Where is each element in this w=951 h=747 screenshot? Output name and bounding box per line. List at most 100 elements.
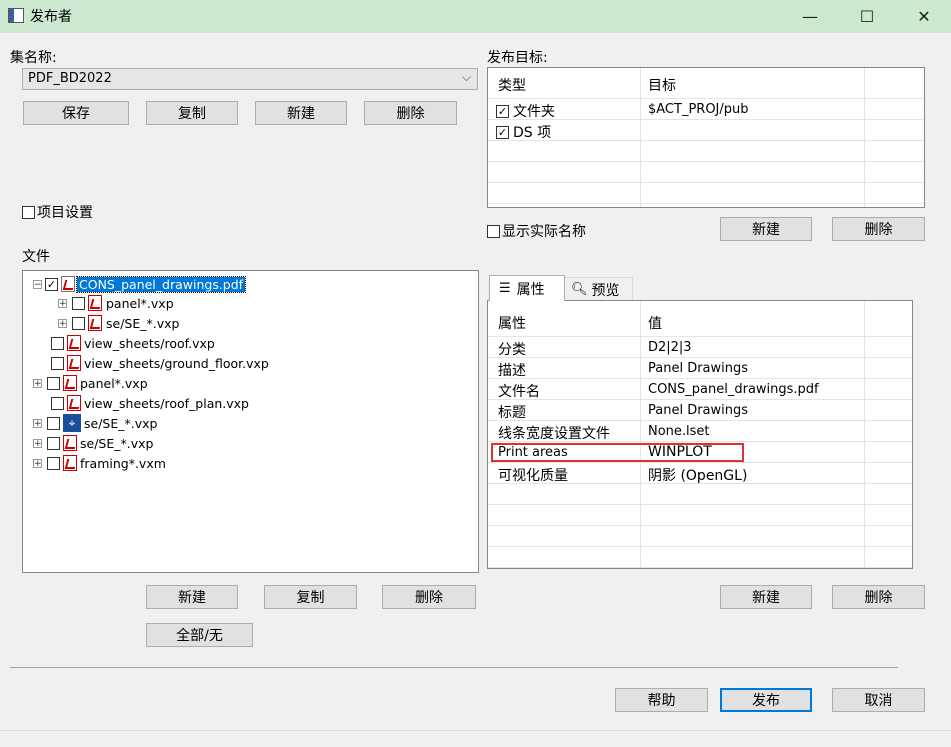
target-type-cell[interactable]: ✓ DS 项 <box>496 122 551 142</box>
tree-checkbox[interactable] <box>51 396 64 410</box>
property-row[interactable]: 线条宽度设置文件 None.lset <box>488 421 912 442</box>
tree-item[interactable]: − ✓ CONS_panel_drawings.pdf <box>33 274 247 294</box>
show-actual-names-checkbox[interactable]: 显示实际名称 <box>487 221 586 241</box>
tree-item[interactable]: view_sheets/roof_plan.vxp <box>51 393 249 413</box>
property-row-empty <box>488 505 912 526</box>
chevron-down-icon: ⌵ <box>461 70 471 84</box>
tree-item[interactable]: + framing*.vxm <box>33 453 166 473</box>
pdf-icon <box>67 355 81 371</box>
tree-item[interactable]: + panel*.vxp <box>58 293 174 313</box>
column-divider <box>864 68 865 207</box>
select-all-none-button[interactable]: 全部/无 <box>146 623 253 647</box>
set-name-value: PDF_BD2022 <box>28 71 112 86</box>
tree-item-label: panel*.vxp <box>80 375 148 391</box>
set-name-dropdown[interactable]: PDF_BD2022 ⌵ <box>22 68 478 90</box>
tree-checkbox[interactable] <box>72 296 85 310</box>
target-row[interactable]: ✓ DS 项 <box>488 120 924 141</box>
target-row[interactable]: ✓ 文件夹 $ACT_PROJ/pub <box>488 99 924 120</box>
highlight-box <box>491 443 744 462</box>
column-type: 类型 <box>498 78 526 94</box>
targets-header: 类型 目标 <box>488 68 924 99</box>
copy-set-button[interactable]: 复制 <box>146 101 238 125</box>
window-title: 发布者 <box>30 9 72 25</box>
tree-checkbox[interactable] <box>51 336 64 350</box>
tree-item-label: panel*.vxp <box>106 295 174 311</box>
tree-checkbox[interactable] <box>47 456 60 470</box>
maximize-button[interactable]: ☐ <box>842 0 892 33</box>
tree-item[interactable]: + se/SE_*.vxp <box>58 313 179 333</box>
expand-icon[interactable]: + <box>33 438 42 448</box>
separator <box>10 667 898 668</box>
delete-file-button[interactable]: 删除 <box>382 585 476 609</box>
column-target: 目标 <box>648 78 676 94</box>
property-row-empty <box>488 526 912 547</box>
new-set-button[interactable]: 新建 <box>255 101 347 125</box>
target-checkbox[interactable]: ✓ <box>496 104 509 118</box>
new-file-button[interactable]: 新建 <box>146 585 238 609</box>
target-row-empty <box>488 141 924 162</box>
pdf-icon <box>63 435 77 451</box>
cancel-button[interactable]: 取消 <box>832 688 925 712</box>
tree-checkbox[interactable] <box>47 416 60 430</box>
target-checkbox[interactable]: ✓ <box>496 125 509 139</box>
target-type-cell[interactable]: ✓ 文件夹 <box>496 101 555 121</box>
expand-icon[interactable]: + <box>33 418 42 428</box>
delete-set-button[interactable]: 删除 <box>364 101 457 125</box>
copy-file-button[interactable]: 复制 <box>264 585 357 609</box>
targets-label: 发布目标: <box>487 50 548 66</box>
tab-preview[interactable]: 🔍︎ 预览 <box>564 277 633 301</box>
property-row[interactable]: 分类 D2|2|3 <box>488 337 912 358</box>
pdf-icon <box>67 395 81 411</box>
pdf-icon <box>67 335 81 351</box>
expand-icon[interactable]: + <box>33 378 42 388</box>
property-value: CONS_panel_drawings.pdf <box>648 382 819 397</box>
new-target-button[interactable]: 新建 <box>720 217 812 241</box>
pdf-icon <box>63 375 77 391</box>
tree-checkbox[interactable] <box>72 316 85 330</box>
tree-checkbox[interactable]: ✓ <box>45 277 58 291</box>
property-name: 分类 <box>498 342 526 358</box>
tree-item-label: view_sheets/ground_floor.vxp <box>84 355 269 371</box>
collapse-icon[interactable]: − <box>33 279 42 289</box>
targets-grid[interactable]: 类型 目标 ✓ 文件夹 $ACT_PROJ/pub ✓ DS 项 <box>487 67 925 208</box>
column-property: 属性 <box>498 316 526 332</box>
properties-grid[interactable]: 属性 值 分类 D2|2|3 描述 Panel Drawings 文件名 CON… <box>487 300 913 569</box>
project-settings-label: 项目设置 <box>37 205 93 221</box>
expand-icon[interactable]: + <box>58 298 67 308</box>
save-set-button[interactable]: 保存 <box>23 101 129 125</box>
property-row[interactable]: 标题 Panel Drawings <box>488 400 912 421</box>
column-value: 值 <box>648 316 662 332</box>
expand-icon[interactable]: + <box>58 318 67 328</box>
tree-checkbox[interactable] <box>47 376 60 390</box>
delete-property-button[interactable]: 删除 <box>832 585 925 609</box>
property-row-empty <box>488 547 912 568</box>
property-row[interactable]: 可视化质量 阴影 (OpenGL) <box>488 463 912 484</box>
close-button[interactable]: ✕ <box>899 0 949 33</box>
tree-checkbox[interactable] <box>47 436 60 450</box>
tree-item[interactable]: + panel*.vxp <box>33 373 148 393</box>
tree-item[interactable]: view_sheets/ground_floor.vxp <box>51 353 269 373</box>
property-row[interactable]: 描述 Panel Drawings <box>488 358 912 379</box>
tab-properties[interactable]: ☰ 属性 <box>489 275 565 301</box>
publish-button[interactable]: 发布 <box>720 688 812 712</box>
tree-item-label: view_sheets/roof_plan.vxp <box>84 395 249 411</box>
app-icon <box>8 8 24 23</box>
files-tree[interactable]: − ✓ CONS_panel_drawings.pdf + panel*.vxp… <box>22 270 479 573</box>
new-property-button[interactable]: 新建 <box>720 585 812 609</box>
tree-item[interactable]: view_sheets/roof.vxp <box>51 333 215 353</box>
help-button[interactable]: 帮助 <box>615 688 708 712</box>
property-row[interactable]: 文件名 CONS_panel_drawings.pdf <box>488 379 912 400</box>
show-actual-names-label: 显示实际名称 <box>502 224 586 240</box>
project-settings-checkbox[interactable]: 项目设置 <box>22 202 93 222</box>
delete-target-button[interactable]: 删除 <box>832 217 925 241</box>
checkbox-box[interactable] <box>22 205 35 219</box>
tree-item[interactable]: + ⌖ se/SE_*.vxp <box>33 413 157 433</box>
expand-icon[interactable]: + <box>33 458 42 468</box>
tree-checkbox[interactable] <box>51 356 64 370</box>
tree-item[interactable]: + se/SE_*.vxp <box>33 433 153 453</box>
column-divider <box>864 301 865 568</box>
checkbox-box[interactable] <box>487 224 500 238</box>
tree-item-label: framing*.vxm <box>80 455 166 471</box>
minimize-button[interactable]: — <box>785 0 835 33</box>
list-icon: ☰ <box>499 281 511 296</box>
